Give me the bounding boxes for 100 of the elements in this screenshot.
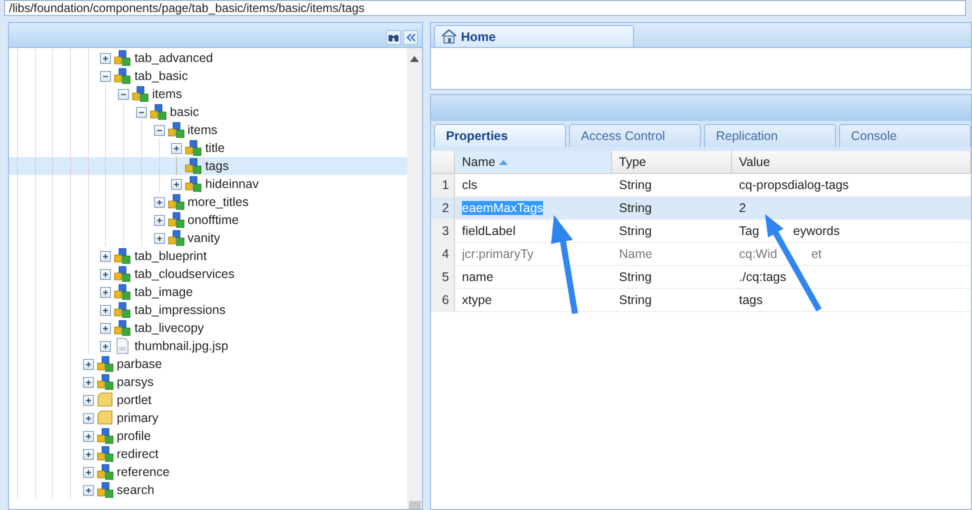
row-number: 3 (431, 220, 455, 243)
tree-label: redirect (116, 447, 158, 461)
expand-icon[interactable] (82, 394, 94, 406)
component-icon (96, 482, 114, 498)
component-icon (96, 464, 114, 480)
binoculars-icon[interactable] (386, 30, 401, 45)
tree-item[interactable]: portlet (9, 391, 407, 409)
tree-item[interactable]: more_titles (9, 193, 407, 211)
expand-icon[interactable] (171, 142, 182, 154)
tree-item[interactable]: profile (9, 427, 407, 445)
component-icon (168, 122, 184, 138)
tree-label: tab_advanced (134, 51, 213, 65)
sort-ascending-icon (499, 160, 508, 164)
tree-label: search (116, 483, 154, 497)
column-header[interactable]: Value (732, 151, 971, 174)
expand-icon[interactable] (100, 52, 112, 64)
tree-item[interactable]: reference (9, 463, 407, 481)
folder-icon (96, 392, 114, 408)
row-number: 4 (431, 243, 455, 266)
expand-icon[interactable] (100, 304, 112, 316)
scroll-thumb[interactable] (409, 501, 421, 509)
column-header[interactable]: Name (455, 151, 612, 174)
expand-icon[interactable] (100, 268, 112, 280)
header-corner (431, 151, 455, 174)
home-icon (441, 29, 457, 44)
tree-label: items (152, 87, 182, 101)
component-icon (114, 68, 132, 84)
expand-icon[interactable] (82, 412, 94, 424)
tree-label: tab_basic (134, 69, 188, 83)
tab[interactable]: Access Control (569, 124, 701, 147)
tree-label: vanity (188, 231, 220, 245)
tree-item[interactable]: tab_cloudservices (9, 265, 407, 283)
tree-item[interactable]: thumbnail.jpg.jsp (9, 337, 407, 355)
tree-item[interactable]: title (9, 139, 407, 157)
component-icon (96, 446, 114, 462)
tree-item[interactable]: vanity (9, 229, 407, 247)
tree-item[interactable]: tab_livecopy (9, 319, 407, 337)
expand-icon[interactable] (154, 232, 164, 244)
tree-item[interactable]: tab_blueprint (9, 247, 407, 265)
tree-item[interactable]: items (9, 121, 407, 139)
tree-item[interactable]: onofftime (9, 211, 407, 229)
collapse-panel-icon[interactable] (403, 30, 418, 45)
tree-item[interactable]: hideinnav (9, 175, 407, 193)
tree-item[interactable]: tab_advanced (9, 49, 407, 67)
expand-icon[interactable] (82, 376, 94, 388)
collapse-icon[interactable] (154, 124, 164, 136)
component-icon (132, 86, 150, 102)
tree-item[interactable]: tags (9, 157, 407, 175)
tree-item[interactable]: search (9, 481, 407, 499)
expand-icon[interactable] (82, 358, 94, 370)
expand-icon[interactable] (100, 340, 112, 352)
tree-item[interactable]: tab_image (9, 283, 407, 301)
component-icon (185, 158, 202, 174)
tree-item[interactable]: parsys (9, 373, 407, 391)
expand-icon[interactable] (82, 466, 94, 478)
tree-label: thumbnail.jpg.jsp (134, 339, 228, 353)
tree-label: parsys (116, 375, 154, 389)
home-tab[interactable]: Home (434, 25, 634, 47)
component-icon (96, 374, 114, 390)
tree-label: basic (170, 105, 199, 119)
collapse-icon[interactable] (100, 70, 112, 82)
tree-item[interactable]: parbase (9, 355, 407, 373)
component-icon (150, 104, 167, 120)
tree-label: title (205, 141, 225, 155)
column-header[interactable]: Type (612, 151, 732, 174)
tree-item[interactable]: redirect (9, 445, 407, 463)
expand-icon[interactable] (82, 484, 94, 496)
scroll-up-icon[interactable] (410, 56, 419, 62)
expand-icon[interactable] (100, 286, 112, 298)
tab[interactable]: Replication (704, 124, 836, 147)
cell-text: eywords (793, 224, 840, 238)
tree-item[interactable]: tab_impressions (9, 301, 407, 319)
tree-item[interactable]: tab_basic (9, 67, 407, 85)
component-icon (114, 284, 132, 300)
collapse-icon[interactable] (136, 106, 147, 118)
scrollbar[interactable] (407, 48, 422, 509)
component-icon (114, 50, 132, 66)
expand-icon[interactable] (171, 178, 182, 190)
tab[interactable]: Properties (434, 124, 566, 147)
cell-text: et (811, 247, 822, 261)
tab[interactable]: Console (839, 124, 971, 147)
tree-item[interactable]: items (9, 85, 407, 103)
expand-icon[interactable] (154, 214, 164, 226)
collapse-icon[interactable] (118, 88, 130, 100)
expand-icon[interactable] (154, 196, 164, 208)
expand-icon[interactable] (100, 322, 112, 334)
row-number: 5 (431, 266, 455, 289)
expand-icon[interactable] (82, 430, 94, 442)
expand-icon[interactable] (82, 448, 94, 460)
path-field[interactable]: /libs/foundation/components/page/tab_basic/items/basic/items/tags (4, 0, 966, 16)
tree-label: tab_image (134, 285, 193, 299)
row-number: 6 (431, 289, 455, 312)
row-number: 1 (431, 174, 455, 197)
tree-label: more_titles (188, 195, 249, 209)
component-icon (114, 266, 132, 282)
tree-item[interactable]: basic (9, 103, 407, 121)
component-icon (168, 212, 184, 228)
tree-item[interactable]: primary (9, 409, 407, 427)
expand-icon[interactable] (100, 250, 112, 262)
tree-label: hideinnav (205, 177, 259, 191)
